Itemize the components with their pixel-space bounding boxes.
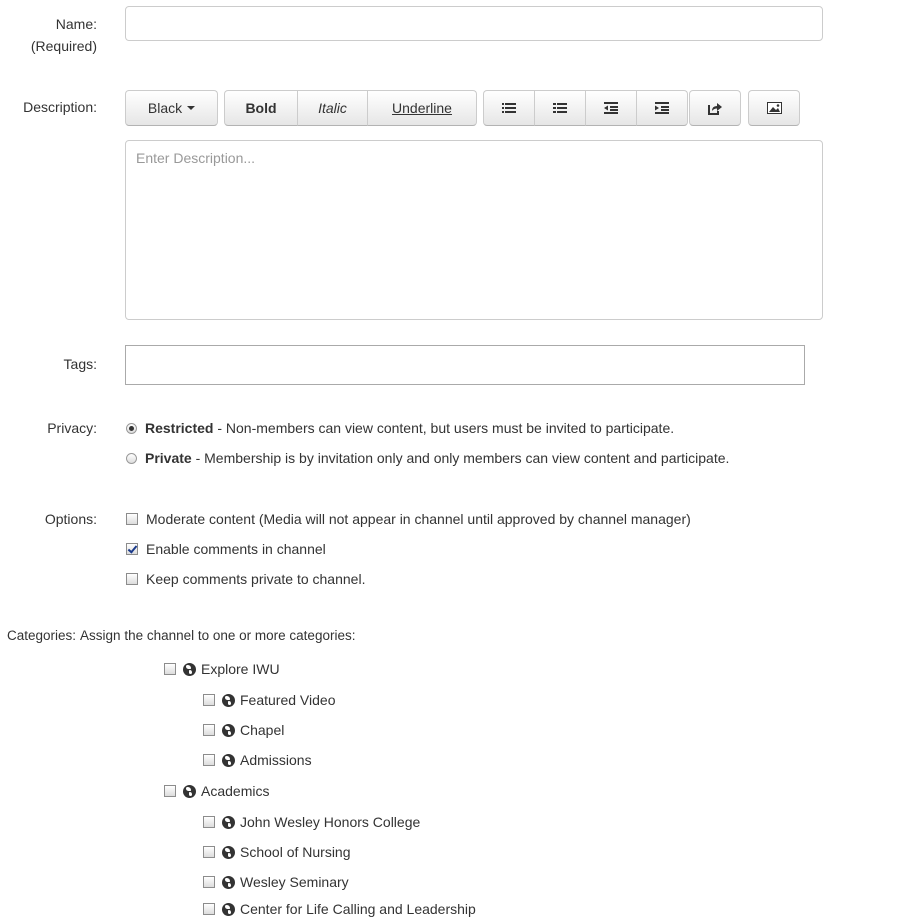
globe-icon [183, 784, 196, 798]
category-checkbox[interactable] [203, 876, 215, 888]
unordered-list-icon [502, 103, 516, 113]
text-style-group: Bold Italic Underline [224, 90, 477, 126]
category-item[interactable]: Chapel [203, 720, 284, 740]
link-group [689, 90, 741, 126]
globe-icon [222, 753, 235, 767]
globe-icon [222, 723, 235, 737]
category-label: Wesley Seminary [240, 874, 349, 890]
enable-comments-checkbox[interactable] [126, 543, 138, 555]
categories-label: Categories: [7, 627, 77, 643]
category-label: Admissions [240, 752, 312, 768]
name-input[interactable] [125, 6, 823, 41]
name-label: Name: [55, 16, 97, 32]
privacy-private-desc: - Membership is by invitation only and o… [191, 450, 730, 466]
category-checkbox[interactable] [164, 663, 176, 675]
tags-label: Tags: [63, 356, 97, 372]
privacy-option-private[interactable]: Private - Membership is by invitation on… [126, 448, 729, 468]
ordered-list-button[interactable] [534, 90, 586, 126]
category-label: Chapel [240, 722, 285, 738]
radio-restricted[interactable] [126, 422, 137, 434]
category-item[interactable]: Center for Life Calling and Leadership [203, 899, 476, 919]
font-color-dropdown[interactable]: Black [125, 90, 218, 126]
option-private-comments[interactable]: Keep comments private to channel. [126, 569, 365, 589]
category-item[interactable]: Admissions [203, 750, 312, 770]
indent-button[interactable] [636, 90, 688, 126]
outdent-button[interactable] [585, 90, 637, 126]
indent-icon [655, 102, 669, 114]
image-icon [766, 102, 782, 114]
category-checkbox[interactable] [203, 903, 215, 915]
private-comments-checkbox[interactable] [126, 573, 138, 585]
options-label: Options: [44, 511, 97, 527]
globe-icon [222, 902, 235, 916]
tags-input[interactable] [125, 345, 805, 385]
bold-button[interactable]: Bold [224, 90, 298, 126]
category-checkbox[interactable] [203, 724, 215, 736]
insert-link-button[interactable] [689, 90, 741, 126]
bold-label: Bold [245, 100, 277, 116]
category-label: Center for Life Calling and Leadership [240, 901, 476, 917]
description-label: Description: [23, 99, 97, 115]
categories-hint: Assign the channel to one or more catego… [80, 627, 356, 643]
globe-icon [183, 662, 196, 676]
categories-header: Categories: Assign the channel to one or… [7, 625, 355, 645]
image-group [748, 90, 800, 126]
category-item[interactable]: Featured Video [203, 690, 335, 710]
category-checkbox[interactable] [203, 694, 215, 706]
italic-label: Italic [318, 100, 347, 116]
insert-image-button[interactable] [748, 90, 800, 126]
globe-icon [222, 875, 235, 889]
ordered-list-icon [553, 103, 567, 113]
underline-button[interactable]: Underline [367, 90, 477, 126]
category-checkbox[interactable] [203, 816, 215, 828]
category-item[interactable]: Explore IWU [164, 659, 280, 679]
font-color-group: Black [125, 90, 218, 126]
privacy-restricted-desc: - Non-members can view content, but user… [213, 420, 675, 436]
moderate-content-checkbox[interactable] [126, 513, 138, 525]
list-indent-group [483, 90, 688, 126]
globe-icon [222, 815, 235, 829]
unordered-list-button[interactable] [483, 90, 535, 126]
category-item[interactable]: Academics [164, 781, 269, 801]
privacy-option-restricted[interactable]: Restricted - Non-members can view conten… [126, 418, 674, 438]
category-label: Explore IWU [201, 661, 280, 677]
globe-icon [222, 693, 235, 707]
privacy-label: Privacy: [47, 420, 97, 436]
link-icon [708, 102, 722, 115]
category-label: Academics [201, 783, 270, 799]
category-label: John Wesley Honors College [240, 814, 421, 830]
font-color-value: Black [147, 100, 183, 116]
outdent-icon [604, 102, 618, 114]
category-item[interactable]: Wesley Seminary [203, 872, 349, 892]
category-label: School of Nursing [240, 844, 351, 860]
description-placeholder: Enter Description... [136, 150, 256, 166]
category-item[interactable]: John Wesley Honors College [203, 812, 420, 832]
private-comments-text: Keep comments private to channel. [146, 571, 366, 587]
privacy-restricted-title: Restricted [145, 420, 214, 436]
option-enable-comments[interactable]: Enable comments in channel [126, 539, 326, 559]
category-checkbox[interactable] [164, 785, 176, 797]
italic-button[interactable]: Italic [297, 90, 368, 126]
enable-comments-text: Enable comments in channel [146, 541, 326, 557]
globe-icon [222, 845, 235, 859]
radio-private[interactable] [126, 452, 137, 464]
privacy-private-title: Private [145, 450, 192, 466]
moderate-content-text: Moderate content (Media will not appear … [146, 511, 691, 527]
category-label: Featured Video [240, 692, 336, 708]
underline-label: Underline [392, 100, 452, 116]
category-checkbox[interactable] [203, 754, 215, 766]
category-checkbox[interactable] [203, 846, 215, 858]
caret-down-icon [187, 106, 196, 110]
name-required-note: (Required) [30, 38, 97, 54]
description-editor[interactable]: Enter Description... [125, 140, 823, 320]
category-item[interactable]: School of Nursing [203, 842, 351, 862]
option-moderate-content[interactable]: Moderate content (Media will not appear … [126, 509, 691, 529]
